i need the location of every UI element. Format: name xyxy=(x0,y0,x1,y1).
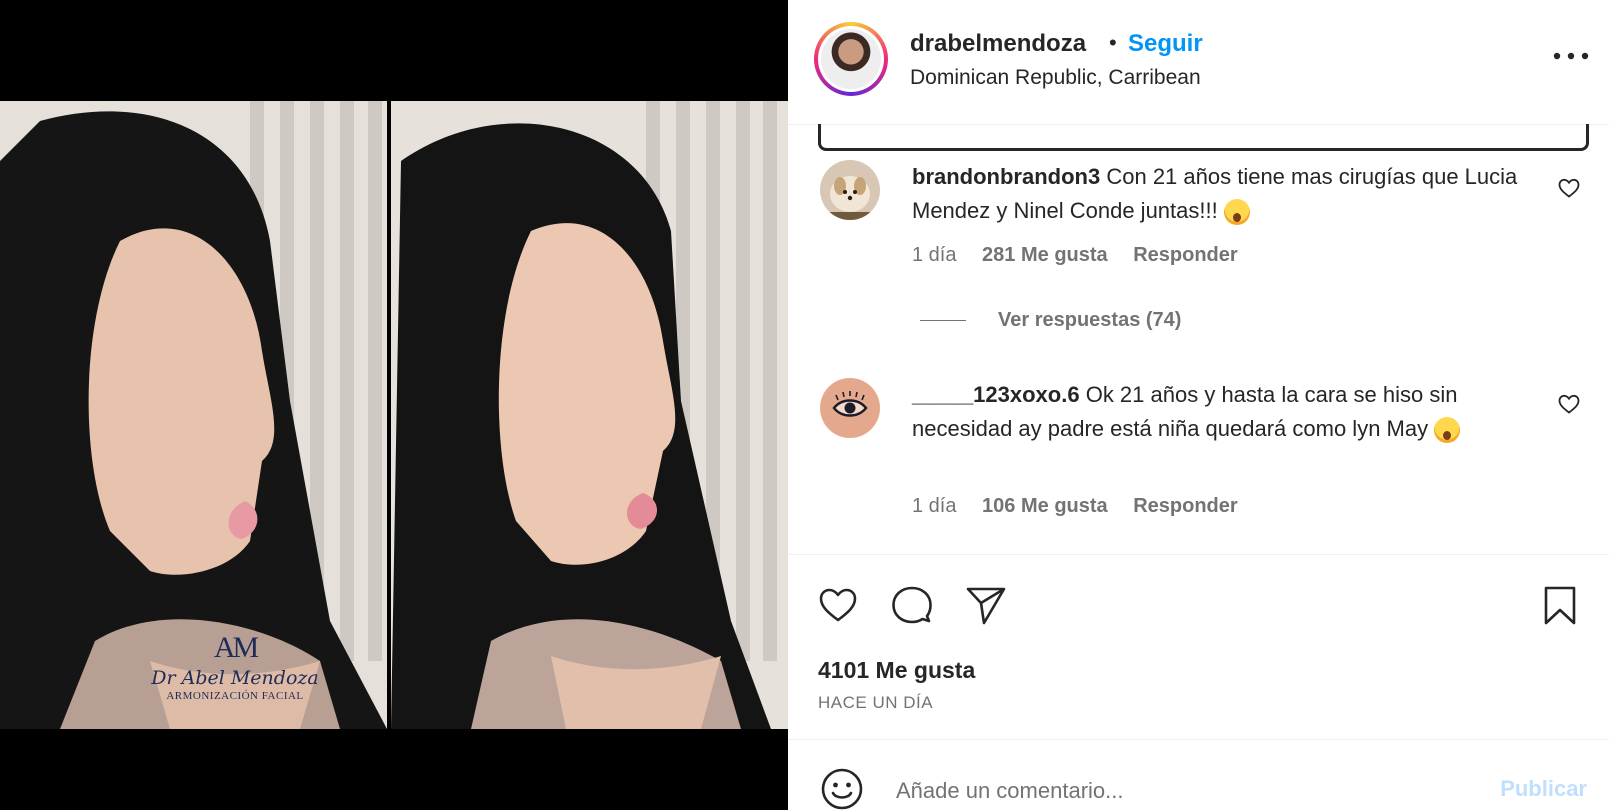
post-panel: drabelmendoza • Seguir Dominican Republi… xyxy=(788,0,1609,812)
after-photo xyxy=(391,101,788,729)
comment-composer: Publicar xyxy=(788,739,1609,812)
post-location[interactable]: Dominican Republic, Carribean xyxy=(910,66,1201,90)
previous-comment-edge xyxy=(818,124,1589,151)
reply-button[interactable]: Responder xyxy=(1133,495,1237,517)
post-media[interactable]: AM Dr Abel Mendoza ARMONIZACIÓN FACIAL xyxy=(0,0,788,810)
comment-time[interactable]: 1 día xyxy=(912,244,956,266)
watermark-name: Dr Abel Mendoza xyxy=(151,667,319,689)
watermark-subtitle: ARMONIZACIÓN FACIAL xyxy=(166,690,304,702)
more-horizontal-icon[interactable] xyxy=(1551,46,1591,66)
astonished-face-emoji-icon xyxy=(1223,199,1250,226)
comment-username[interactable]: _____123xoxo.6 xyxy=(912,382,1080,407)
watermark-logo: AM Dr Abel Mendoza ARMONIZACIÓN FACIAL xyxy=(140,631,330,702)
watermark-monogram: AM xyxy=(213,631,259,664)
comments-list[interactable]: brandonbrandon3 Con 21 años tiene mas ci… xyxy=(788,124,1609,554)
replies-divider xyxy=(920,320,966,322)
save-bookmark-icon[interactable] xyxy=(1538,583,1582,627)
author-avatar-image xyxy=(821,29,881,89)
post-header: drabelmendoza • Seguir Dominican Republi… xyxy=(788,0,1609,125)
post-like-count[interactable]: 4101 Me gusta xyxy=(818,657,975,684)
comment-bubble-icon[interactable] xyxy=(890,583,934,627)
like-heart-icon[interactable] xyxy=(816,583,860,627)
header-separator: • xyxy=(1109,30,1117,55)
share-paper-plane-icon[interactable] xyxy=(964,583,1008,627)
comment-meta: 1 día 106 Me gusta Responder xyxy=(912,495,1258,518)
comment-input[interactable] xyxy=(894,770,1458,812)
comment-like-heart-icon[interactable] xyxy=(1557,176,1581,200)
comment-text: _____123xoxo.6 Ok 21 años y hasta la car… xyxy=(912,378,1522,446)
emoji-picker-icon[interactable] xyxy=(820,767,864,811)
publish-button[interactable]: Publicar xyxy=(1500,776,1587,802)
after-photo-illustration xyxy=(391,101,788,729)
comment-meta: 1 día 281 Me gusta Responder xyxy=(912,244,1258,267)
reply-button[interactable]: Responder xyxy=(1133,244,1237,266)
screaming-face-emoji-icon xyxy=(1434,417,1461,444)
commenter-avatar[interactable] xyxy=(820,160,880,220)
follow-button[interactable]: Seguir xyxy=(1128,30,1203,58)
before-photo: AM Dr Abel Mendoza ARMONIZACIÓN FACIAL xyxy=(0,101,387,729)
author-avatar[interactable] xyxy=(814,22,888,96)
post-actions xyxy=(788,554,1609,630)
author-username[interactable]: drabelmendoza xyxy=(910,30,1086,58)
comment-time[interactable]: 1 día xyxy=(912,495,956,517)
view-replies-label: Ver respuestas (74) xyxy=(998,309,1182,331)
comment-like-heart-icon[interactable] xyxy=(1557,392,1581,416)
post-timestamp[interactable]: HACE UN DÍA xyxy=(818,693,933,713)
commenter-avatar[interactable] xyxy=(820,378,880,438)
view-replies-button[interactable]: Ver respuestas (74) xyxy=(912,309,1181,332)
comment-like-count[interactable]: 106 Me gusta xyxy=(982,495,1108,517)
comment-text: brandonbrandon3 Con 21 años tiene mas ci… xyxy=(912,160,1522,228)
comment-like-count[interactable]: 281 Me gusta xyxy=(982,244,1108,266)
comment-username[interactable]: brandonbrandon3 xyxy=(912,164,1100,189)
